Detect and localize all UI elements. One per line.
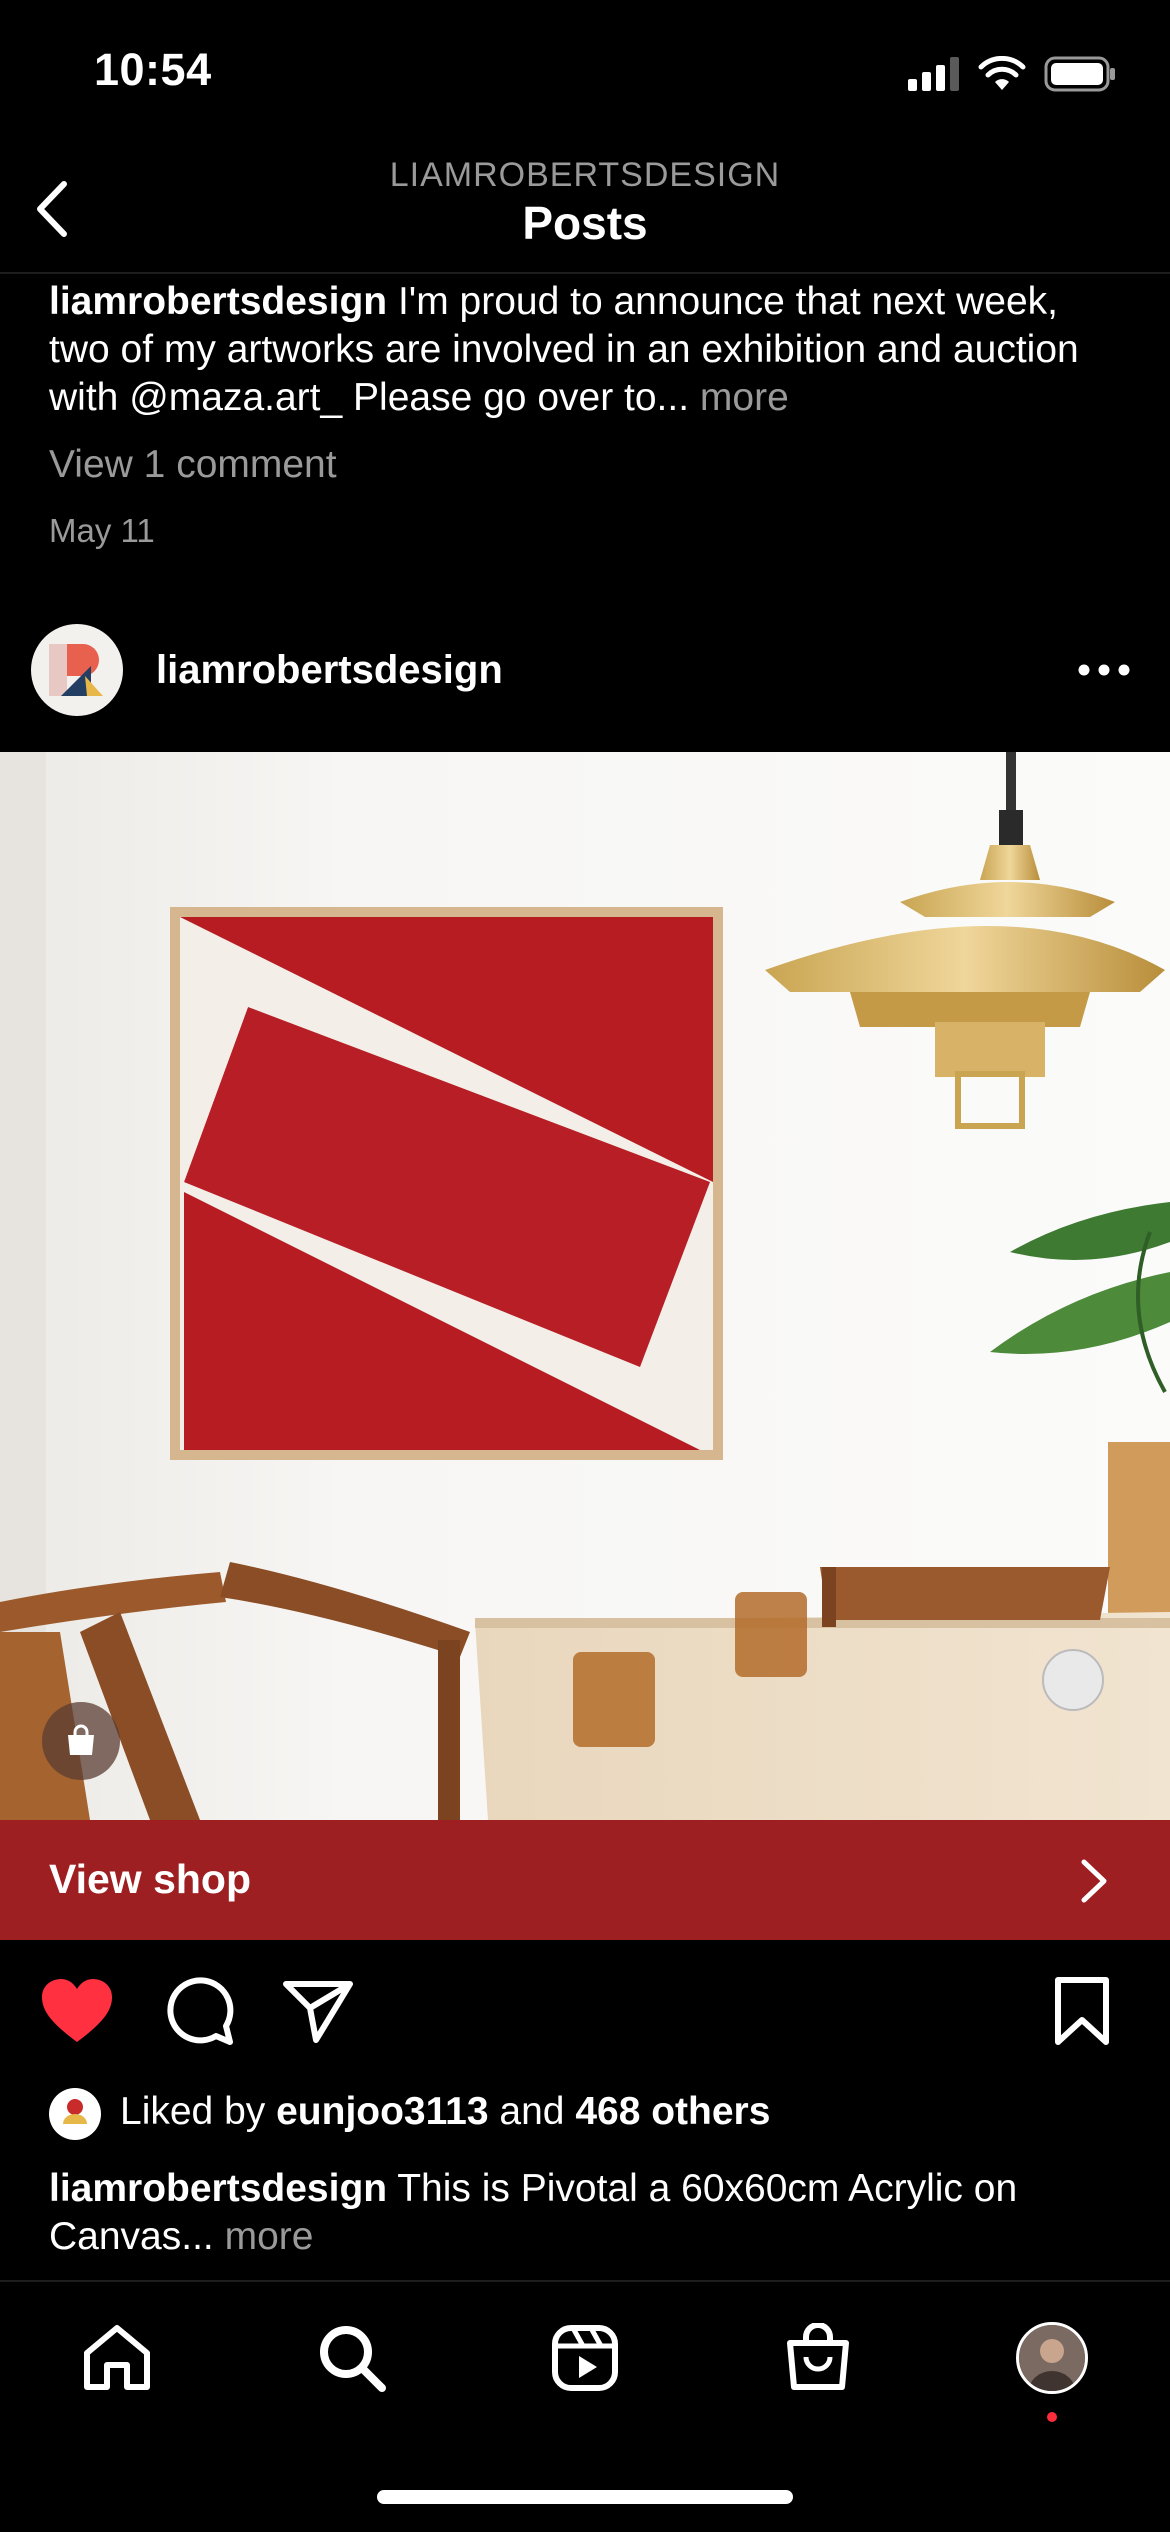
wifi-icon [978, 56, 1026, 90]
header-divider [0, 272, 1170, 274]
notification-dot [1047, 2412, 1057, 2422]
status-time: 10:54 [94, 44, 212, 95]
shopping-bag-icon [68, 1724, 94, 1755]
post-caption: liamrobertsdesign This is Pivotal a 60x6… [49, 2165, 1129, 2261]
caption-username[interactable]: liamrobertsdesign [49, 2167, 387, 2210]
caption-more-link[interactable]: more [700, 376, 789, 419]
send-icon[interactable] [282, 1978, 354, 2044]
header-username: LIAMROBERTSDESIGN [389, 156, 781, 194]
liked-prefix: Liked by [120, 2090, 266, 2133]
logo-icon [49, 644, 103, 696]
post-avatar[interactable] [31, 624, 123, 716]
reels-icon [552, 2325, 618, 2391]
home-indicator[interactable] [377, 2490, 793, 2504]
comment-icon[interactable] [164, 1976, 234, 2046]
tab-profile-avatar[interactable] [1016, 2322, 1088, 2394]
cellular-signal-icon [908, 57, 959, 91]
heart-icon[interactable] [40, 1978, 114, 2044]
liked-username[interactable]: eunjoo3113 [276, 2090, 488, 2133]
page-title: Posts [522, 197, 648, 249]
more-options-icon[interactable] [1076, 662, 1132, 678]
post-image[interactable] [0, 752, 1170, 1820]
bookmark-icon[interactable] [1054, 1976, 1110, 2046]
liked-and: and [499, 2090, 565, 2133]
shopping-tag-button[interactable] [42, 1702, 120, 1780]
tab-home[interactable] [77, 2318, 157, 2398]
profile-photo [1019, 2325, 1085, 2391]
tab-shop[interactable] [778, 2318, 858, 2398]
caption-username[interactable]: liamrobertsdesign [49, 280, 387, 323]
post-date: May 11 [49, 512, 155, 549]
tab-reels[interactable] [545, 2318, 625, 2398]
post-photo-illustration [0, 752, 1170, 1820]
previous-post-caption: liamrobertsdesign I'm proud to announce … [49, 278, 1129, 422]
liked-avatar-image [63, 2099, 87, 2124]
shop-icon [787, 2323, 849, 2390]
tab-search[interactable] [312, 2318, 392, 2398]
liked-others-link[interactable]: 468 others [575, 2090, 770, 2133]
view-comments-link[interactable]: View 1 comment [49, 443, 337, 487]
caption-more-link[interactable]: more [225, 2215, 314, 2258]
view-shop-button[interactable]: View shop [0, 1820, 1170, 1940]
home-icon [84, 2325, 150, 2390]
battery-icon [1044, 56, 1115, 92]
chevron-right-icon [1081, 1859, 1107, 1903]
view-shop-label: View shop [49, 1856, 252, 1902]
status-icons [908, 56, 1116, 92]
liked-by-text: Liked by eunjoo3113 and 468 others [120, 2090, 770, 2134]
search-icon [320, 2326, 386, 2392]
liked-by-avatar[interactable] [49, 2088, 101, 2140]
post-username[interactable]: liamrobertsdesign [156, 648, 503, 693]
